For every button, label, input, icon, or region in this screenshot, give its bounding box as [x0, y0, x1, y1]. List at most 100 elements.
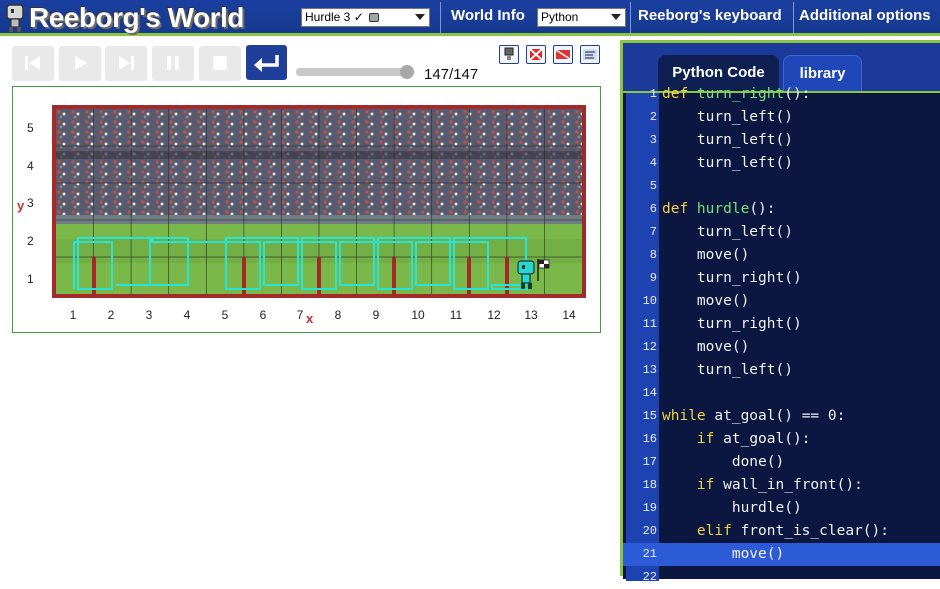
code-text: turn_left()	[662, 106, 793, 129]
code-line[interactable]: 4 turn_left()	[623, 152, 940, 175]
x-tick-label: 14	[562, 308, 576, 322]
world-select[interactable]: Hurdle 3 ✓	[301, 8, 430, 27]
code-text: turn_right()	[662, 267, 802, 290]
code-line[interactable]: 13 turn_left()	[623, 359, 940, 382]
speed-slider-thumb[interactable]	[400, 65, 414, 79]
code-line[interactable]: 2 turn_left()	[623, 106, 940, 129]
world-edit-icon[interactable]	[553, 45, 573, 64]
x-tick-label: 2	[107, 308, 115, 322]
code-token: ():	[749, 201, 776, 217]
code-line[interactable]: 11 turn_right()	[623, 313, 940, 336]
chevron-down-icon	[611, 14, 621, 20]
code-line[interactable]: 16 if at_goal():	[623, 428, 940, 451]
code-line[interactable]: 12 move()	[623, 336, 940, 359]
x-tick-label: 1	[69, 308, 77, 322]
run-button[interactable]	[59, 46, 101, 81]
speed-slider-track[interactable]	[296, 68, 412, 76]
code-text: move()	[662, 543, 784, 566]
world-canvas	[56, 109, 582, 294]
code-line[interactable]: 1 def turn_right():	[623, 83, 940, 106]
x-tick-label: 12	[487, 308, 501, 322]
highlight-code-icon[interactable]	[580, 45, 600, 64]
x-tick-label: 5	[221, 308, 229, 322]
line-number: 7	[649, 225, 657, 239]
line-number: 15	[642, 409, 657, 423]
code-token: ():	[784, 86, 811, 102]
stop-button[interactable]	[199, 46, 241, 81]
header-divider	[440, 2, 441, 34]
code-token: at_goal() == 0:	[714, 408, 846, 424]
language-select[interactable]: Python	[537, 8, 626, 27]
code-token: hurdle()	[662, 500, 802, 516]
code-token: turn_left()	[662, 132, 793, 148]
code-line[interactable]: 17 done()	[623, 451, 940, 474]
top-navbar: Reeborg's World Hurdle 3 ✓ World Info Py…	[0, 0, 940, 36]
code-text: if at_goal():	[662, 428, 811, 451]
y-tick-label: 4	[27, 159, 34, 173]
keyboard-button[interactable]: Reeborg's keyboard	[638, 0, 782, 36]
code-text: move()	[662, 290, 749, 313]
line-number: 5	[649, 179, 657, 193]
code-line[interactable]: 9 turn_right()	[623, 267, 940, 290]
code-text: turn_right()	[662, 313, 802, 336]
pause-button[interactable]	[152, 46, 194, 81]
editor-panel: Python Code library 1 def turn_right(): 2 …	[620, 40, 940, 584]
x-tick-label: 9	[372, 308, 380, 322]
code-line[interactable]: 18 if wall_in_front():	[623, 474, 940, 497]
code-token: move()	[662, 247, 750, 263]
additional-options-button[interactable]: Additional options	[799, 0, 931, 36]
line-number: 21	[642, 547, 657, 561]
code-line[interactable]: 14	[623, 382, 940, 405]
code-token: def	[662, 86, 697, 102]
world-select-value: Hurdle 3 ✓	[305, 10, 364, 24]
code-line[interactable]: 22	[623, 566, 940, 589]
language-select-value: Python	[541, 10, 579, 24]
step-forward-button[interactable]	[105, 46, 147, 81]
line-number: 1	[649, 87, 657, 101]
line-number: 4	[649, 156, 657, 170]
code-token: elif	[696, 523, 741, 539]
reload-button[interactable]	[12, 46, 54, 81]
code-line[interactable]: 6 def hurdle():	[623, 198, 940, 221]
line-number: 19	[642, 501, 657, 515]
code-text: turn_left()	[662, 221, 793, 244]
line-number: 6	[649, 202, 657, 216]
code-text: move()	[662, 244, 749, 267]
code-text: move()	[662, 336, 749, 359]
code-line[interactable]: 5	[623, 175, 940, 198]
line-number: 2	[649, 110, 657, 124]
robot-options-icon[interactable]	[499, 45, 519, 64]
y-tick-label: 1	[27, 272, 34, 286]
code-line[interactable]: 8 move()	[623, 244, 940, 267]
code-text: while at_goal() == 0:	[662, 405, 845, 428]
delete-world-icon[interactable]	[526, 45, 546, 64]
code-text: turn_left()	[662, 152, 793, 175]
code-line[interactable]: 21 move()	[623, 543, 940, 566]
code-line[interactable]: 20 elif front_is_clear():	[623, 520, 940, 543]
code-line[interactable]: 3 turn_left()	[623, 129, 940, 152]
code-line[interactable]: 10 move()	[623, 290, 940, 313]
x-tick-label: 6	[259, 308, 267, 322]
code-editor[interactable]: 1 def turn_right(): 2 turn_left() 3 turn_le…	[623, 86, 940, 584]
code-text: hurdle()	[662, 497, 802, 520]
code-token: turn_right	[696, 86, 785, 102]
code-text: done()	[662, 451, 784, 474]
code-line[interactable]: 15 while at_goal() == 0:	[623, 405, 940, 428]
code-line[interactable]: 19 hurdle()	[623, 497, 940, 520]
code-token: turn_left()	[662, 155, 793, 171]
line-number: 16	[642, 432, 657, 446]
code-token: turn_left()	[662, 109, 793, 125]
code-token: if	[696, 431, 724, 447]
code-token: turn_left()	[662, 224, 793, 240]
code-line[interactable]: 7 turn_left()	[623, 221, 940, 244]
line-number: 8	[649, 248, 657, 262]
line-number: 22	[642, 570, 657, 584]
x-tick-label: 10	[411, 308, 425, 322]
step-return-button[interactable]	[246, 45, 287, 80]
world-info-button[interactable]: World Info	[451, 0, 525, 36]
code-token: while	[662, 408, 715, 424]
code-token: move()	[662, 546, 785, 562]
x-axis-name: x	[306, 311, 314, 326]
